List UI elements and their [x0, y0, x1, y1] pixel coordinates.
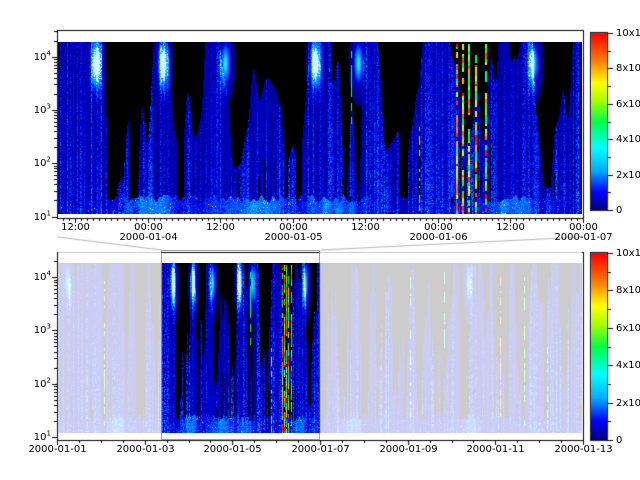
x-tick-label: 2000-01-09 — [379, 444, 437, 455]
x-tick-date-label: 2000-01-06 — [409, 232, 467, 243]
colorbar-tick-label: 6x107 — [616, 323, 640, 334]
y-tick-label: 102 — [34, 379, 51, 390]
x-tick-date-label: 2000-01-07 — [554, 232, 612, 243]
x-tick-label: 2000-01-11 — [466, 444, 524, 455]
x-tick-label: 00:00 — [279, 222, 308, 233]
x-tick-label: 2000-01-05 — [203, 444, 261, 455]
x-tick-label: 2000-01-03 — [116, 444, 174, 455]
x-tick-label: 00:00 — [134, 222, 163, 233]
x-tick-label: 2000-01-13 — [554, 444, 612, 455]
colorbar-tick-label: 0 — [616, 205, 622, 216]
x-tick-label: 2000-01-01 — [28, 444, 86, 455]
colorbar-tick-label: 4x107 — [616, 360, 640, 371]
colorbar-tick-label: 10x107 — [616, 248, 640, 259]
y-tick-label: 101 — [34, 432, 51, 443]
y-tick-label: 102 — [34, 158, 51, 169]
detail-colorbar — [591, 33, 607, 210]
y-tick-label: 104 — [34, 52, 51, 63]
colorbar-tick-label: 2x107 — [616, 398, 640, 409]
x-tick-label: 00:00 — [424, 222, 453, 233]
x-tick-label: 00:00 — [569, 222, 598, 233]
colorbar-tick-label: 6x107 — [616, 99, 640, 110]
colorbar-tick-label: 4x107 — [616, 134, 640, 145]
x-tick-label: 12:00 — [496, 222, 525, 233]
x-tick-label: 2000-01-07 — [291, 444, 349, 455]
colorbar-tick-label: 2x107 — [616, 170, 640, 181]
zoom-selection-region[interactable] — [161, 250, 320, 440]
detail-spectrogram-canvas[interactable] — [58, 42, 582, 214]
x-tick-date-label: 2000-01-05 — [264, 232, 322, 243]
x-tick-label: 12:00 — [61, 222, 90, 233]
colorbar-tick-label: 8x107 — [616, 63, 640, 74]
context-spectrogram-canvas[interactable] — [58, 263, 582, 433]
spectrogram-figure: 12:0000:002000-01-0412:0000:002000-01-05… — [0, 0, 640, 480]
colorbar-tick-label: 10x107 — [616, 28, 640, 39]
y-tick-label: 103 — [34, 325, 51, 336]
x-tick-label: 12:00 — [206, 222, 235, 233]
colorbar-tick-label: 8x107 — [616, 285, 640, 296]
context-colorbar — [591, 253, 607, 440]
y-tick-label: 103 — [34, 105, 51, 116]
x-tick-date-label: 2000-01-04 — [119, 232, 177, 243]
colorbar-tick-label: 0 — [616, 435, 622, 446]
y-tick-label: 104 — [34, 272, 51, 283]
y-tick-label: 101 — [34, 212, 51, 223]
x-tick-label: 12:00 — [351, 222, 380, 233]
